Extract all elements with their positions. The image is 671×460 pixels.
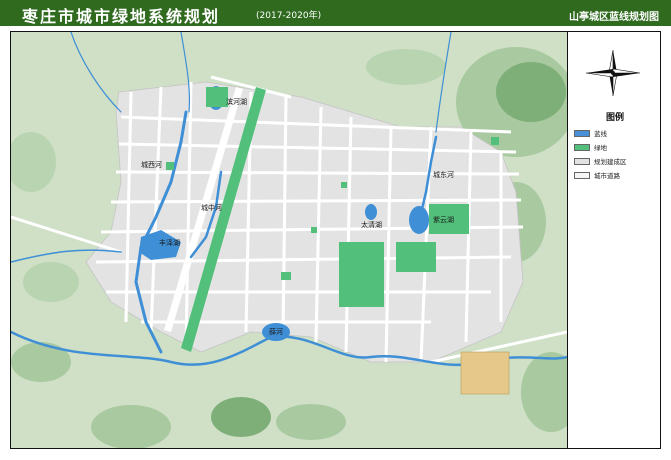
label-chengxi: 城西河 <box>141 161 162 169</box>
label-xuehe: 薛河 <box>269 327 283 336</box>
green-binhe <box>206 87 228 107</box>
legend-item-built-up: 规划建成区 <box>574 155 656 167</box>
hill-northeast-peak <box>496 62 566 122</box>
legend-swatch-road <box>574 171 590 179</box>
lake-ziyun <box>409 206 429 234</box>
legend-swatch-green-space <box>574 143 590 151</box>
label-ziyun: 紫云湖 <box>433 215 454 224</box>
legend: 图例 蓝线 绿地 规划建成区 城市道路 <box>574 110 656 183</box>
green-small-5 <box>341 182 347 188</box>
title-bar: 枣庄市城市绿地系统规划 (2017-2020年) 山亭城区蓝线规划图 <box>0 0 671 26</box>
hill-south-mid <box>276 404 346 440</box>
label-binhe: 滨河湖 <box>226 97 247 106</box>
label-chengzhong: 城中河 <box>201 203 222 212</box>
legend-item-green-space: 绿地 <box>574 141 656 153</box>
hill-north <box>366 49 446 85</box>
map-canvas[interactable]: 滨河湖 城西河 城中河 丰泽湖 城东河 太清湖 紫云湖 薛河 <box>10 31 568 449</box>
map-subtitle: 山亭城区蓝线规划图 <box>569 12 659 23</box>
label-taiqing: 太清湖 <box>361 220 382 229</box>
label-fengze: 丰泽湖 <box>159 238 180 247</box>
label-chengdong: 城东河 <box>433 170 454 179</box>
legend-swatch-blue-line <box>574 129 590 137</box>
legend-title: 图例 <box>605 113 624 123</box>
legend-label-green-space: 绿地 <box>594 144 607 152</box>
green-park-east <box>396 242 436 272</box>
green-small-3 <box>311 227 317 233</box>
legend-label-road: 城市道路 <box>594 172 620 180</box>
legend-label-blue-line: 蓝线 <box>594 130 607 138</box>
green-small-4 <box>491 137 499 145</box>
hill-south-west <box>11 342 71 382</box>
green-small-2 <box>281 272 291 280</box>
legend-panel: 图例 蓝线 绿地 规划建成区 城市道路 <box>567 31 661 449</box>
legend-swatch-built-up <box>574 157 590 165</box>
lake-taiqing <box>365 204 377 220</box>
green-small-1 <box>166 162 174 170</box>
green-park-central <box>339 242 384 307</box>
legend-item-blue-line: 蓝线 <box>574 127 656 139</box>
map-years: (2017-2020年) <box>256 11 322 21</box>
legend-item-road: 城市道路 <box>574 169 656 181</box>
compass-icon <box>585 49 641 97</box>
planning-area-tan <box>460 351 510 395</box>
map-frame: 枣庄市城市绿地系统规划 (2017-2020年) 山亭城区蓝线规划图 滨河湖 城… <box>0 0 671 460</box>
map-svg: 滨河湖 城西河 城中河 丰泽湖 城东河 太清湖 紫云湖 薛河 <box>11 32 567 448</box>
hill-southwest <box>23 262 79 302</box>
map-title: 枣庄市城市绿地系统规划 <box>22 7 221 26</box>
legend-label-built-up: 规划建成区 <box>594 158 627 166</box>
hill-south-center <box>211 397 271 437</box>
hill-south <box>91 405 171 448</box>
